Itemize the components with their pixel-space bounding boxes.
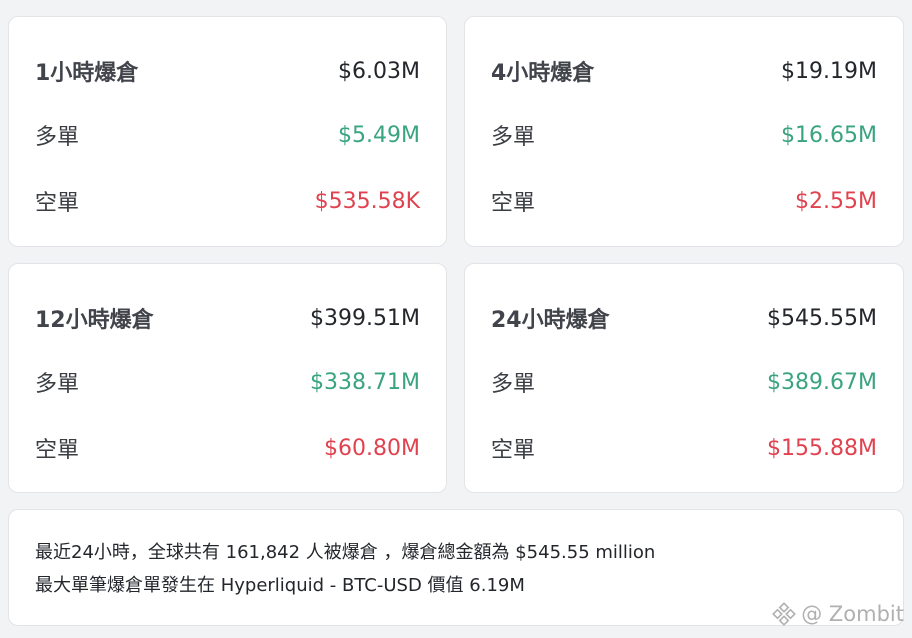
total-liquidation-value: $6.03M xyxy=(338,58,420,84)
short-value: $2.55M xyxy=(795,188,877,214)
liquidation-card-12h: 12小時爆倉 $399.51M 多單 $338.71M 空單 $60.80M xyxy=(8,263,447,493)
card-title-row: 4小時爆倉 $19.19M xyxy=(491,54,877,88)
watermark-text: @ Zombit xyxy=(801,602,904,626)
long-row: 多單 $338.71M xyxy=(35,365,420,399)
summary-line-total: 最近24小時，全球共有 161,842 人被爆倉 ，爆倉總金額為 $545.55… xyxy=(35,542,656,563)
summary-line-largest: 最大單筆爆倉單發生在 Hyperliquid - BTC-USD 價值 6.19… xyxy=(35,575,525,596)
total-liquidation-value: $19.19M xyxy=(781,58,877,84)
card-title: 4小時爆倉 xyxy=(491,61,595,86)
short-label: 空單 xyxy=(491,191,536,216)
long-row: 多單 $5.49M xyxy=(35,118,420,152)
liquidation-card-24h: 24小時爆倉 $545.55M 多單 $389.67M 空單 $155.88M xyxy=(464,263,904,493)
total-liquidation-value: $545.55M xyxy=(767,305,877,331)
long-value: $5.49M xyxy=(338,122,420,148)
liquidation-card-1h: 1小時爆倉 $6.03M 多單 $5.49M 空單 $535.58K xyxy=(8,16,447,247)
long-row: 多單 $389.67M xyxy=(491,365,877,399)
short-row: 空單 $60.80M xyxy=(35,431,420,465)
card-title-row: 12小時爆倉 $399.51M xyxy=(35,301,420,335)
binance-square-logo-icon xyxy=(772,602,797,626)
short-row: 空單 $155.88M xyxy=(491,431,877,465)
liquidation-summary: 最近24小時，全球共有 161,842 人被爆倉 ，爆倉總金額為 $545.55… xyxy=(8,509,904,626)
liquidation-card-4h: 4小時爆倉 $19.19M 多單 $16.65M 空單 $2.55M xyxy=(464,16,904,247)
long-label: 多單 xyxy=(35,372,80,397)
long-label: 多單 xyxy=(491,125,536,150)
long-value: $389.67M xyxy=(767,369,877,395)
short-value: $535.58K xyxy=(314,188,420,214)
total-liquidation-value: $399.51M xyxy=(310,305,420,331)
card-title: 12小時爆倉 xyxy=(35,308,154,333)
short-value: $155.88M xyxy=(767,435,877,461)
short-row: 空單 $535.58K xyxy=(35,184,420,218)
short-value: $60.80M xyxy=(324,435,420,461)
short-label: 空單 xyxy=(491,438,536,463)
card-title-row: 24小時爆倉 $545.55M xyxy=(491,301,877,335)
long-label: 多單 xyxy=(491,372,536,397)
card-title: 24小時爆倉 xyxy=(491,308,610,333)
watermark: @ Zombit xyxy=(772,602,904,626)
short-label: 空單 xyxy=(35,191,80,216)
long-value: $338.71M xyxy=(310,369,420,395)
long-value: $16.65M xyxy=(781,122,877,148)
card-title: 1小時爆倉 xyxy=(35,61,139,86)
liquidation-dashboard: 1小時爆倉 $6.03M 多單 $5.49M 空單 $535.58K 4小時爆倉… xyxy=(0,0,912,638)
card-title-row: 1小時爆倉 $6.03M xyxy=(35,54,420,88)
long-label: 多單 xyxy=(35,125,80,150)
short-row: 空單 $2.55M xyxy=(491,184,877,218)
short-label: 空單 xyxy=(35,438,80,463)
long-row: 多單 $16.65M xyxy=(491,118,877,152)
